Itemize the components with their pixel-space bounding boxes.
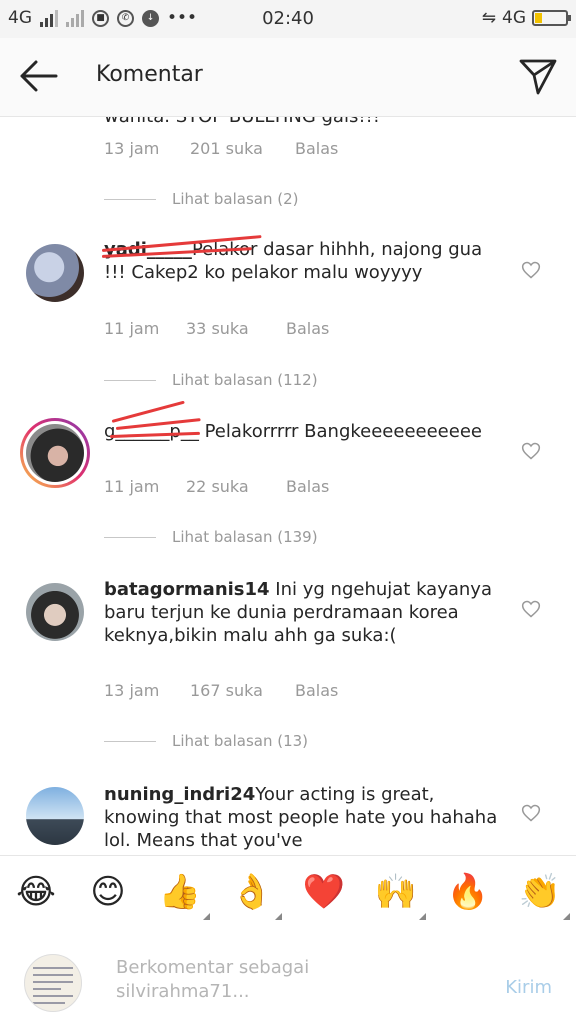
emoji-ok-hand-icon[interactable]: 👌: [230, 870, 282, 920]
avatar[interactable]: [26, 787, 84, 845]
network-label-2: 4G: [502, 8, 526, 28]
comment-username[interactable]: batagormanis14: [104, 579, 270, 600]
reply-button[interactable]: Balas: [295, 139, 338, 158]
comment-meta: 13 jam 201 suka Balas: [104, 139, 338, 158]
emoji-glyph: 👍: [158, 872, 202, 912]
skin-tone-indicator: [203, 913, 210, 920]
view-replies-link[interactable]: Lihat balasan (2): [104, 190, 298, 208]
direct-send-icon[interactable]: [518, 56, 558, 96]
emoji-fire-icon[interactable]: 🔥: [446, 870, 490, 914]
comment-body: nuning_indri24Your acting is great, know…: [104, 783, 504, 852]
divider-line: [104, 536, 156, 538]
status-right: ⇋ 4G: [481, 8, 571, 28]
comment-body: batagormanis14 Ini yg ngehujat kayanya b…: [104, 578, 504, 647]
emoji-glyph: 👏: [518, 872, 562, 912]
emoji-thumbs-up-icon[interactable]: 👍: [158, 870, 210, 920]
like-heart-icon[interactable]: [521, 260, 541, 280]
send-button[interactable]: Kirim: [505, 977, 552, 998]
emoji-glyph: 🙌: [374, 872, 418, 912]
top-bar: Komentar: [0, 38, 576, 117]
reply-button[interactable]: Balas: [286, 319, 329, 338]
comment-input[interactable]: Berkomentar sebagai silvirahma71...: [116, 956, 446, 1004]
avatar[interactable]: [26, 583, 84, 641]
comment-meta: 11 jam 22 suka Balas: [104, 477, 329, 496]
like-heart-icon[interactable]: [521, 599, 541, 619]
view-replies-link[interactable]: Lihat balasan (112): [104, 371, 318, 389]
comment-meta: 11 jam 33 suka Balas: [104, 319, 329, 338]
comment-likes[interactable]: 33 suka: [186, 319, 286, 338]
comment-composer: Berkomentar sebagai silvirahma71... Kiri…: [0, 930, 576, 1024]
view-replies-link[interactable]: Lihat balasan (139): [104, 528, 318, 546]
back-arrow-icon[interactable]: [16, 58, 60, 94]
avatar[interactable]: [26, 244, 84, 302]
reply-button[interactable]: Balas: [286, 477, 329, 496]
comment-likes[interactable]: 201 suka: [190, 139, 295, 158]
divider-line: [104, 740, 156, 742]
my-avatar: [24, 954, 82, 1012]
comment-username[interactable]: nuning_indri24: [104, 784, 255, 805]
status-bar: 4G ■ ✆ ↓ ••• 02:40 ⇋ 4G: [0, 0, 576, 38]
view-replies-label: Lihat balasan (13): [172, 732, 309, 750]
comment-time: 11 jam: [104, 477, 160, 496]
quick-emoji-bar: 😂 😊 👍 👌 ❤️ 🙌 🔥 👏: [0, 855, 576, 931]
emoji-clapping-hands-icon[interactable]: 👏: [518, 870, 570, 920]
comment-time: 11 jam: [104, 319, 160, 338]
skin-tone-indicator: [419, 913, 426, 920]
vibrate-icon: ⇋: [481, 8, 496, 28]
like-heart-icon[interactable]: [521, 441, 541, 461]
battery-icon: [532, 10, 571, 26]
emoji-smiling-face-icon[interactable]: 😊: [86, 870, 130, 914]
comment-time: 13 jam: [104, 139, 160, 158]
comment-time: 13 jam: [104, 681, 160, 700]
comment-likes[interactable]: 22 suka: [186, 477, 286, 496]
view-replies-link[interactable]: Lihat balasan (13): [104, 732, 308, 750]
avatar-story-ring[interactable]: [20, 418, 90, 488]
view-replies-label: Lihat balasan (112): [172, 371, 318, 389]
emoji-glyph: 👌: [230, 872, 274, 912]
emoji-tears-of-joy-icon[interactable]: 😂: [14, 870, 58, 914]
avatar: [26, 424, 84, 482]
view-replies-label: Lihat balasan (2): [172, 190, 299, 208]
comments-list[interactable]: wanita. STOP BULLYING gais!!! 13 jam 201…: [0, 117, 576, 855]
divider-line: [104, 198, 156, 200]
reply-button[interactable]: Balas: [295, 681, 338, 700]
skin-tone-indicator: [563, 913, 570, 920]
comment-text: Pelakorrrrr Bangkeeeeeeeeeee: [204, 421, 482, 442]
comment-meta: 13 jam 167 suka Balas: [104, 681, 338, 700]
emoji-raising-hands-icon[interactable]: 🙌: [374, 870, 426, 920]
divider-line: [104, 379, 156, 381]
view-replies-label: Lihat balasan (139): [172, 528, 318, 546]
page-title: Komentar: [96, 62, 203, 87]
like-heart-icon[interactable]: [521, 803, 541, 823]
skin-tone-indicator: [275, 913, 282, 920]
comment-likes[interactable]: 167 suka: [190, 681, 295, 700]
emoji-red-heart-icon[interactable]: ❤️: [302, 870, 346, 914]
comment-text: wanita. STOP BULLYING gais!!!: [104, 117, 504, 128]
